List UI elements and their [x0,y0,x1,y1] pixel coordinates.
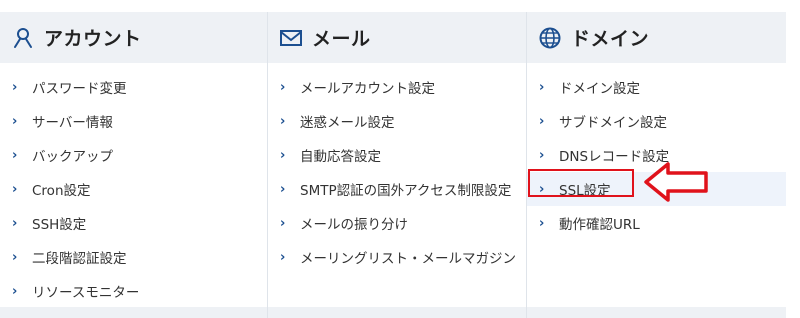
account-icon [12,27,34,49]
chevron-right-icon: › [280,147,286,163]
chevron-right-icon: › [280,113,286,129]
menu-item-label: パスワード変更 [32,81,127,97]
chevron-right-icon: › [539,147,545,163]
menu-item-label: サーバー情報 [32,115,113,131]
menu-item-mailing-list[interactable]: › メーリングリスト・メールマガジン [268,240,526,274]
menu-item-label: メールアカウント設定 [300,81,435,97]
mail-menu-list: › メールアカウント設定 › 迷惑メール設定 › 自動応答設定 › SMTP認証の国外ア… [268,63,526,274]
menu-item-label: 自動応答設定 [300,149,381,165]
column-footer-strip [268,307,526,318]
domain-menu-list: › ドメイン設定 › サブドメイン設定 › DNSレコード設定 › SSL設定 › 動作確… [527,63,786,240]
menu-item-label: メーリングリスト・メールマガジン [300,251,516,267]
menu-item-domain-settings[interactable]: › ドメイン設定 [527,70,786,104]
menu-item-resource-monitor[interactable]: › リソースモニター [0,274,267,308]
chevron-right-icon: › [12,147,18,163]
chevron-right-icon: › [12,249,18,265]
domain-header: ドメイン [527,12,786,63]
column-footer-strip [527,307,786,318]
menu-item-label: ドメイン設定 [559,81,640,97]
chevron-right-icon: › [12,283,18,299]
globe-icon [539,27,561,49]
mail-column: メール › メールアカウント設定 › 迷惑メール設定 › 自動応答設定 › SMTP認証… [268,12,527,318]
mail-header: メール [268,12,526,63]
chevron-right-icon: › [539,113,545,129]
menu-item-label: SSH設定 [32,217,87,233]
menu-item-label: サブドメイン設定 [559,115,667,131]
menu-item-mail-filter[interactable]: › メールの振り分け [268,206,526,240]
account-menu-list: › パスワード変更 › サーバー情報 › バックアップ › Cron設定 › SSH設定 … [0,63,267,308]
menu-item-subdomain[interactable]: › サブドメイン設定 [527,104,786,138]
menu-item-server-info[interactable]: › サーバー情報 [0,104,267,138]
chevron-right-icon: › [280,215,286,231]
menu-item-label: 動作確認URL [559,217,640,233]
chevron-right-icon: › [280,249,286,265]
menu-item-spam[interactable]: › 迷惑メール設定 [268,104,526,138]
menu-item-label: メールの振り分け [300,217,408,233]
mail-title: メール [312,28,371,50]
chevron-right-icon: › [539,79,545,95]
menu-item-password[interactable]: › パスワード変更 [0,70,267,104]
chevron-right-icon: › [12,181,18,197]
left-arrow-icon [644,162,708,202]
mail-icon [280,27,302,49]
menu-item-backup[interactable]: › バックアップ [0,138,267,172]
chevron-right-icon: › [12,79,18,95]
account-title: アカウント [44,28,142,50]
menu-item-label: リソースモニター [32,285,140,301]
ssl-highlight-box [528,169,634,197]
column-footer-strip [0,307,267,318]
account-column: アカウント › パスワード変更 › サーバー情報 › バックアップ › Cron設定 ›… [0,12,268,318]
menu-item-label: バックアップ [32,149,113,165]
account-header: アカウント [0,12,267,63]
menu-item-test-url[interactable]: › 動作確認URL [527,206,786,240]
menu-item-mail-account[interactable]: › メールアカウント設定 [268,70,526,104]
chevron-right-icon: › [12,215,18,231]
chevron-right-icon: › [280,181,286,197]
menu-item-label: SMTP認証の国外アクセス制限設定 [300,183,512,199]
menu-item-cron[interactable]: › Cron設定 [0,172,267,206]
menu-item-label: 二段階認証設定 [32,251,127,267]
menu-item-ssh[interactable]: › SSH設定 [0,206,267,240]
chevron-right-icon: › [280,79,286,95]
chevron-right-icon: › [12,113,18,129]
menu-item-two-factor[interactable]: › 二段階認証設定 [0,240,267,274]
menu-item-label: 迷惑メール設定 [300,115,395,131]
chevron-right-icon: › [539,215,545,231]
domain-title: ドメイン [571,28,650,50]
menu-item-auto-reply[interactable]: › 自動応答設定 [268,138,526,172]
menu-item-smtp-restriction[interactable]: › SMTP認証の国外アクセス制限設定 [268,172,526,206]
menu-item-label: Cron設定 [32,183,91,199]
